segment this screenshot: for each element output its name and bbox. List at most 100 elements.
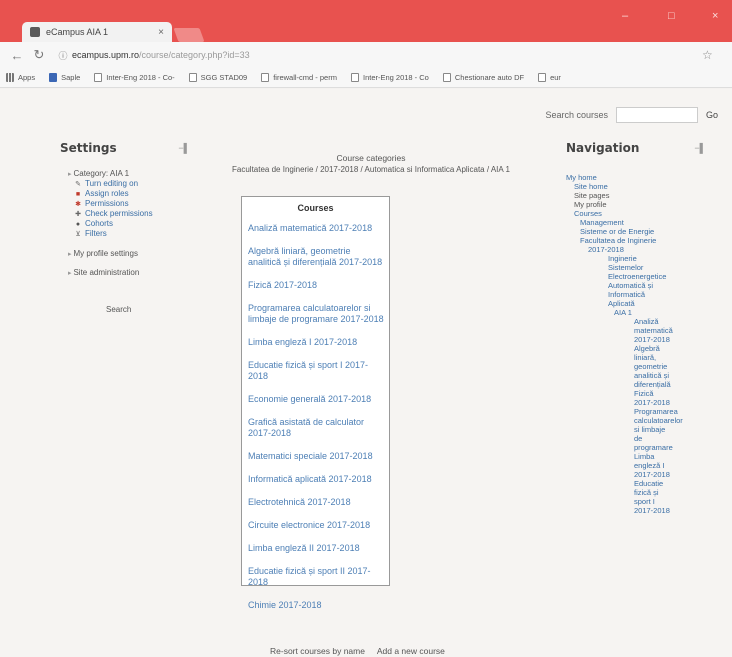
nav-tree-item[interactable]: Educatie <box>566 479 706 488</box>
bookmarks-bar: Apps Saple Inter-Eng 2018 - Co- SGG STAD09 f… <box>0 68 732 88</box>
settings-item-label[interactable]: Cohorts <box>85 219 113 229</box>
bookmark-item[interactable]: Inter-Eng 2018 - Co <box>350 73 429 82</box>
nav-tree-item[interactable]: Site home <box>566 182 706 191</box>
edit-icon: ✎ <box>75 180 81 188</box>
settings-item[interactable]: ✱ Permissions <box>74 199 190 209</box>
settings-item-label[interactable]: Check permissions <box>85 209 153 219</box>
nav-tree-item[interactable]: Algebră <box>566 344 706 353</box>
info-icon[interactable]: ⓘ <box>58 49 68 62</box>
bookmark-star-icon[interactable]: ☆ <box>702 48 722 62</box>
course-link[interactable]: Educatie fizică și sport I 2017-2018 <box>242 360 389 382</box>
nav-tree-item[interactable]: Facultatea de Inginerie <box>566 236 706 245</box>
resort-courses-button[interactable]: Re-sort courses by name <box>270 646 365 656</box>
nav-tree-item[interactable]: My home <box>566 173 706 182</box>
nav-tree-item[interactable]: liniară, <box>566 353 706 362</box>
settings-item[interactable]: ● Cohorts <box>74 219 190 229</box>
dock-block-icon[interactable]: −▌ <box>178 143 190 153</box>
nav-tree-item[interactable]: Courses <box>566 209 706 218</box>
bookmark-item[interactable]: Saple <box>49 73 80 82</box>
course-link[interactable]: Matematici speciale 2017-2018 <box>242 451 389 462</box>
nav-tree-item[interactable]: geometrie <box>566 362 706 371</box>
course-link[interactable]: Informatică aplicată 2017-2018 <box>242 474 389 485</box>
nav-tree-item[interactable]: Sistemelor <box>566 263 706 272</box>
nav-tree-item[interactable]: de <box>566 434 706 443</box>
settings-item-label[interactable]: Assign roles <box>85 189 129 199</box>
settings-item[interactable]: ✚ Check permissions <box>74 209 190 219</box>
go-button[interactable]: Go <box>698 107 732 123</box>
nav-tree-item[interactable]: si limbaje <box>566 425 706 434</box>
settings-item-label[interactable]: Permissions <box>85 199 129 209</box>
bookmark-item[interactable]: eur <box>538 73 561 82</box>
minimize-icon[interactable]: – <box>622 10 628 22</box>
course-link[interactable]: Electrotehnică 2017-2018 <box>242 497 389 508</box>
url-path: /course/category.php?id=33 <box>139 50 250 60</box>
breadcrumb[interactable]: Facultatea de Inginerie / 2017-2018 / Au… <box>196 165 546 174</box>
course-link[interactable]: Chimie 2017-2018 <box>242 600 389 611</box>
nav-tree-item[interactable]: Inginerie <box>566 254 706 263</box>
nav-tree-item[interactable]: Aplicată <box>566 299 706 308</box>
my-profile-settings[interactable]: My profile settings <box>68 249 190 258</box>
bookmark-item[interactable]: firewall-cmd - perm <box>261 73 337 82</box>
settings-item[interactable]: ⊻ Filters <box>74 229 190 239</box>
nav-tree-item[interactable]: Fizică <box>566 389 706 398</box>
nav-tree-item[interactable]: programare <box>566 443 706 452</box>
nav-tree-item[interactable]: 2017-2018 <box>566 245 706 254</box>
nav-tree-item[interactable]: fizică și <box>566 488 706 497</box>
maximize-icon[interactable]: □ <box>668 10 675 22</box>
nav-tree-item[interactable]: AIA 1 <box>566 308 706 317</box>
settings-search-button[interactable]: Search <box>106 305 190 314</box>
bookmark-label: SGG STAD09 <box>200 73 248 82</box>
nav-tree-item[interactable]: Automatică și <box>566 281 706 290</box>
search-courses-input[interactable] <box>616 107 698 123</box>
nav-tree-item: Site pages <box>574 191 610 200</box>
nav-tree-item[interactable]: matematică <box>566 326 706 335</box>
nav-tree-item[interactable]: Electroenergetice <box>566 272 706 281</box>
reload-icon[interactable]: ↻ <box>32 47 46 63</box>
settings-item-label[interactable]: Filters <box>85 229 107 239</box>
nav-tree-item[interactable]: Informatică <box>566 290 706 299</box>
settings-item-label[interactable]: Turn editing on <box>85 179 138 189</box>
settings-category[interactable]: Category: AIA 1 <box>68 169 190 178</box>
course-link[interactable]: Limba engleză I 2017-2018 <box>242 337 389 348</box>
course-link[interactable]: Educatie fizică și sport II 2017-2018 <box>242 566 389 588</box>
nav-tree-item[interactable]: Management <box>566 218 706 227</box>
bookmark-item[interactable]: SGG STAD09 <box>188 73 248 82</box>
dock-block-icon[interactable]: −▌ <box>694 143 706 153</box>
tab-close-icon[interactable]: × <box>158 27 164 38</box>
bookmark-label: Apps <box>18 73 36 82</box>
nav-tree-item[interactable]: 2017-2018 <box>566 335 706 344</box>
bookmark-item[interactable]: Inter-Eng 2018 - Co- <box>94 73 175 82</box>
new-tab-button[interactable] <box>173 28 205 42</box>
site-administration[interactable]: Site administration <box>68 268 190 277</box>
settings-item[interactable]: ■ Assign roles <box>74 189 190 199</box>
browser-tab[interactable]: eCampus AIA 1 × <box>22 22 172 42</box>
page-icon <box>94 73 103 82</box>
course-link[interactable]: Grafică asistată de calculator 2017-2018 <box>242 417 389 439</box>
course-link[interactable]: Algebră liniară, geometrie analitică și … <box>242 246 389 268</box>
address-bar[interactable]: ⓘ ecampus.upm.ro /course/category.php?id… <box>54 46 702 64</box>
add-course-button[interactable]: Add a new course <box>377 646 445 656</box>
nav-tree-item[interactable]: 2017-2018 <box>566 470 706 479</box>
course-link[interactable]: Circuite electronice 2017-2018 <box>242 520 389 531</box>
course-link[interactable]: Limba engleză II 2017-2018 <box>242 543 389 554</box>
course-link[interactable]: Programarea calculatoarelor si limbaje d… <box>242 303 389 325</box>
nav-tree-item[interactable]: analitică și <box>566 371 706 380</box>
close-window-icon[interactable]: × <box>712 10 718 22</box>
course-link[interactable]: Analiză matematică 2017-2018 <box>242 223 389 234</box>
nav-tree-item[interactable]: sport I <box>566 497 706 506</box>
nav-tree-item[interactable]: Analiză <box>566 317 706 326</box>
nav-tree-item[interactable]: 2017-2018 <box>566 398 706 407</box>
bookmark-item[interactable]: Chestionare auto DF <box>442 73 524 82</box>
nav-tree-item[interactable]: 2017-2018 <box>566 506 706 515</box>
bookmark-item[interactable]: Apps <box>6 73 35 82</box>
course-link[interactable]: Economie generală 2017-2018 <box>242 394 389 405</box>
course-link[interactable]: Fizică 2017-2018 <box>242 280 389 291</box>
nav-tree-item[interactable]: calculatoarelor <box>566 416 706 425</box>
nav-tree-item[interactable]: engleză I <box>566 461 706 470</box>
nav-tree-item[interactable]: Sisteme or de Energie <box>566 227 706 236</box>
nav-tree-item[interactable]: Programarea <box>566 407 706 416</box>
settings-item[interactable]: ✎ Turn editing on <box>74 179 190 189</box>
nav-tree-item[interactable]: Limba <box>566 452 706 461</box>
back-icon[interactable]: ← <box>10 48 24 63</box>
nav-tree-item[interactable]: diferențială <box>566 380 706 389</box>
